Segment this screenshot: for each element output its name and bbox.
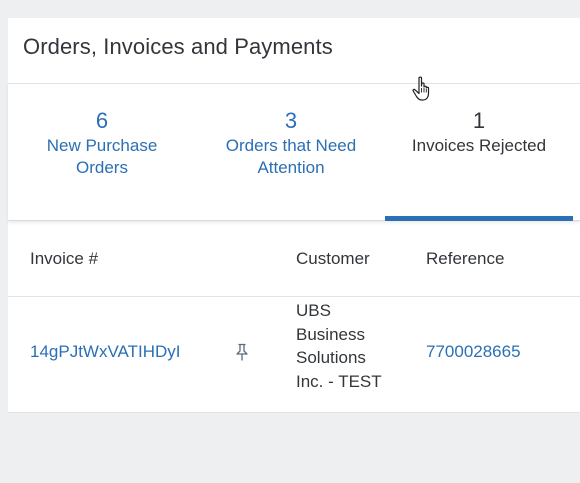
tab-count: 6: [95, 108, 109, 133]
invoice-number-link[interactable]: 14gPJtWxVATIHDyI: [30, 342, 181, 362]
tab-label: New Purchase Orders: [46, 136, 158, 177]
pin-icon[interactable]: [234, 343, 250, 361]
column-header-invoice: Invoice #: [30, 249, 99, 268]
tab-new-purchase-orders[interactable]: 6 New Purchase Orders: [28, 84, 176, 220]
tab-invoices-rejected[interactable]: 1 Invoices Rejected: [385, 84, 573, 221]
customer-name: UBS Business Solutions Inc. - TEST: [296, 301, 382, 391]
tab-count: 3: [284, 108, 298, 133]
column-header-reference: Reference: [426, 249, 505, 268]
tab-bar: 6 New Purchase Orders 3 Orders that Need…: [8, 84, 580, 221]
hand-pointer-cursor-icon: [412, 76, 430, 101]
tab-count: 1: [472, 108, 486, 133]
column-header-customer: Customer: [296, 249, 370, 268]
tab-label: Orders that Need Attention: [225, 136, 357, 177]
table-row[interactable]: 14gPJtWxVATIHDyI UBS Business Solutions …: [8, 297, 580, 413]
reference-link[interactable]: 7700028665: [426, 342, 521, 362]
card-header: Orders, Invoices and Payments: [8, 18, 580, 84]
card-title: Orders, Invoices and Payments: [23, 34, 333, 59]
table-header: Invoice # Customer Reference: [8, 221, 580, 297]
tab-label: Invoices Rejected: [411, 136, 547, 155]
orders-invoices-payments-card: Orders, Invoices and Payments 6 New Purc…: [8, 18, 580, 413]
tab-orders-that-need-attention[interactable]: 3 Orders that Need Attention: [211, 84, 371, 220]
